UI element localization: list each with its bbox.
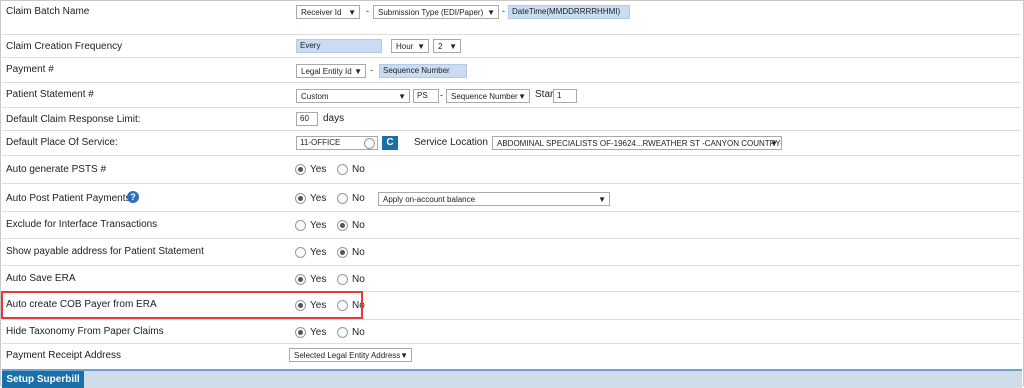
taxonomy-no-label: No [352, 327, 365, 338]
payable-no-label: No [352, 247, 365, 258]
chevron-down-icon: ▼ [348, 8, 356, 17]
chevron-down-icon: ▼ [449, 42, 457, 51]
chevron-down-icon: ▼ [487, 8, 495, 17]
taxonomy-yes-radio[interactable] [295, 327, 306, 338]
claim-response-limit-label: Default Claim Response Limit: [6, 114, 141, 125]
auto-generate-psts-row: Auto generate PSTS # Yes No [2, 156, 1020, 184]
chevron-down-icon: ▼ [398, 92, 406, 101]
chevron-down-icon: ▼ [400, 351, 408, 360]
show-payable-address-row: Show payable address for Patient Stateme… [2, 239, 1020, 266]
exclude-interface-label: Exclude for Interface Transactions [6, 219, 158, 230]
patient-statement-label: Patient Statement # [6, 89, 94, 100]
psts-no-label: No [352, 164, 365, 175]
payment-number-row: Payment # Legal Entity Id ▼ - Sequence Nu… [2, 58, 1020, 83]
payment-number-label: Payment # [6, 64, 54, 75]
exclude-yes-label: Yes [310, 220, 327, 231]
place-of-service-field[interactable]: 11-OFFICE [296, 136, 378, 150]
every-field[interactable]: Every [296, 39, 382, 53]
claim-batch-name-label: Claim Batch Name [6, 6, 90, 17]
claim-creation-frequency-label: Claim Creation Frequency [6, 41, 123, 52]
service-location-label: Service Location [414, 137, 488, 148]
show-payable-address-label: Show payable address for Patient Stateme… [6, 246, 204, 257]
apply-balance-select[interactable]: Apply on-account balance ▼ [378, 192, 610, 206]
save-era-no-label: No [352, 274, 365, 285]
response-limit-field[interactable]: 60 [296, 112, 318, 126]
dash-separator: - [502, 6, 505, 16]
chevron-down-icon: ▼ [354, 67, 362, 76]
statement-sequence-select[interactable]: Sequence Number ▼ [446, 89, 530, 103]
claim-batch-name-row: Claim Batch Name Receiver Id ▼ - Submissi… [2, 1, 1020, 35]
taxonomy-no-radio[interactable] [337, 327, 348, 338]
payment-receipt-address-label: Payment Receipt Address [6, 350, 122, 361]
taxonomy-yes-label: Yes [310, 327, 327, 338]
patient-statement-row: Patient Statement # Custom ▼ PS - Sequenc… [2, 83, 1020, 108]
start-number-field[interactable]: 1 [553, 89, 577, 103]
receipt-address-select[interactable]: Selected Legal Entity Address ▼ [289, 348, 412, 362]
place-of-service-row: Default Place Of Service: 11-OFFICE C Se… [2, 131, 1020, 156]
claim-creation-frequency-row: Claim Creation Frequency Every Hour ▼ 2 ▼ [2, 35, 1020, 58]
highlight-box [1, 291, 363, 319]
place-of-service-label: Default Place Of Service: [6, 137, 118, 148]
payable-no-radio[interactable] [337, 247, 348, 258]
payment-receipt-address-row: Payment Receipt Address Selected Legal E… [2, 344, 1020, 367]
help-icon[interactable]: ? [127, 191, 139, 203]
psts-no-radio[interactable] [337, 164, 348, 175]
psts-yes-radio[interactable] [295, 164, 306, 175]
frequency-unit-select[interactable]: Hour ▼ [391, 39, 429, 53]
auto-post-payments-label: Auto Post Patient Payments [6, 193, 131, 204]
post-payments-yes-label: Yes [310, 193, 327, 204]
auto-save-era-row: Auto Save ERA Yes No [2, 266, 1020, 292]
exclude-no-radio[interactable] [337, 220, 348, 231]
clock-icon [364, 138, 375, 149]
exclude-interface-row: Exclude for Interface Transactions Yes N… [2, 212, 1020, 239]
chevron-down-icon: ▼ [598, 195, 606, 204]
service-location-select[interactable]: ABDOMINAL SPECIALISTS OF-19624...RWEATHE… [492, 136, 782, 150]
save-era-yes-label: Yes [310, 274, 327, 285]
post-payments-no-radio[interactable] [337, 193, 348, 204]
auto-post-payments-row: Auto Post Patient Payments ? Yes No Appl… [2, 184, 1020, 212]
post-payments-no-label: No [352, 193, 365, 204]
hide-taxonomy-row: Hide Taxonomy From Paper Claims Yes No [2, 320, 1020, 344]
setup-superbill-bar: Setup Superbill [2, 369, 1022, 388]
exclude-no-label: No [352, 220, 365, 231]
save-era-yes-radio[interactable] [295, 274, 306, 285]
hide-taxonomy-label: Hide Taxonomy From Paper Claims [6, 326, 164, 337]
claim-response-limit-row: Default Claim Response Limit: 60 days [2, 108, 1020, 131]
exclude-yes-radio[interactable] [295, 220, 306, 231]
post-payments-yes-radio[interactable] [295, 193, 306, 204]
days-unit: days [323, 113, 345, 124]
chevron-down-icon: ▼ [417, 42, 425, 51]
sequence-number-field[interactable]: Sequence Number [379, 64, 467, 78]
auto-save-era-label: Auto Save ERA [6, 273, 76, 284]
dash-separator: - [370, 65, 373, 75]
setup-superbill-button[interactable]: Setup Superbill [2, 371, 84, 388]
receiver-id-select[interactable]: Receiver Id ▼ [296, 5, 360, 19]
chevron-down-icon: ▼ [770, 139, 778, 148]
dash-separator: - [440, 90, 443, 100]
payable-yes-label: Yes [310, 247, 327, 258]
auto-generate-psts-label: Auto generate PSTS # [6, 164, 107, 175]
legal-entity-id-select[interactable]: Legal Entity Id ▼ [296, 64, 366, 78]
psts-yes-label: Yes [310, 164, 327, 175]
payable-yes-radio[interactable] [295, 247, 306, 258]
datetime-format-field[interactable]: DateTime(MMDDRRRRHHMI) [508, 5, 630, 19]
patient-statement-format-select[interactable]: Custom ▼ [296, 89, 410, 103]
save-era-no-radio[interactable] [337, 274, 348, 285]
dash-separator: - [366, 6, 369, 16]
frequency-count-select[interactable]: 2 ▼ [433, 39, 461, 53]
clear-c-button[interactable]: C [382, 136, 398, 150]
submission-type-select[interactable]: Submission Type (EDI/Paper) ▼ [373, 5, 499, 19]
statement-prefix-field[interactable]: PS [413, 89, 439, 103]
chevron-down-icon: ▼ [518, 92, 526, 101]
settings-panel: Claim Batch Name Receiver Id ▼ - Submissi… [0, 0, 1024, 388]
